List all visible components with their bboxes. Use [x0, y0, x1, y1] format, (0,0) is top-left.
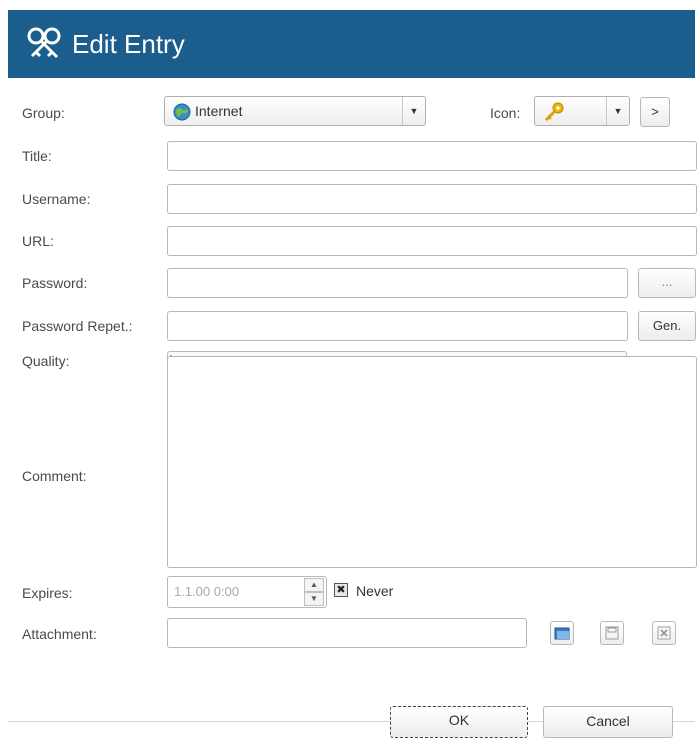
expires-input[interactable]: 1.1.00 0:00 ▲ ▼: [167, 576, 327, 608]
username-label: Username:: [22, 191, 91, 207]
url-label: URL:: [22, 233, 54, 249]
group-select[interactable]: Internet ▼: [164, 96, 426, 126]
username-input[interactable]: [167, 184, 697, 214]
group-select-value: Internet: [195, 103, 243, 119]
quality-label: Quality:: [22, 353, 70, 369]
open-attachment-button[interactable]: [550, 621, 574, 645]
chevron-down-icon[interactable]: ▼: [402, 97, 425, 125]
delete-icon: [657, 626, 671, 640]
save-attachment-button[interactable]: [600, 621, 624, 645]
group-label: Group:: [22, 105, 65, 121]
expires-value: 1.1.00 0:00: [174, 584, 240, 599]
password-repeat-label: Password Repet.:: [22, 318, 133, 334]
password-repeat-input[interactable]: [167, 311, 628, 341]
icon-label: Icon:: [490, 105, 521, 121]
password-label: Password:: [22, 275, 88, 291]
expires-label: Expires:: [22, 585, 73, 601]
folder-icon: [554, 627, 570, 640]
globe-icon: [173, 103, 191, 121]
cancel-button[interactable]: Cancel: [543, 706, 673, 738]
save-icon: [605, 626, 619, 640]
title-label: Title:: [22, 148, 52, 164]
delete-attachment-button[interactable]: [652, 621, 676, 645]
keys-icon: [27, 27, 61, 59]
never-checkbox[interactable]: ✖: [334, 583, 348, 597]
password-reveal-button[interactable]: ...: [638, 268, 696, 298]
icon-more-button[interactable]: >: [640, 97, 670, 127]
comment-label: Comment:: [22, 468, 87, 484]
spin-up-icon[interactable]: ▲: [304, 578, 324, 592]
key-icon: [544, 102, 564, 122]
attachment-label: Attachment:: [22, 626, 97, 642]
attachment-input[interactable]: [167, 618, 527, 648]
password-input[interactable]: [167, 268, 628, 298]
title-input[interactable]: [167, 141, 697, 171]
comment-textarea[interactable]: [167, 356, 697, 568]
generate-password-button[interactable]: Gen.: [638, 311, 696, 341]
chevron-down-icon[interactable]: ▼: [606, 97, 629, 125]
spin-down-icon[interactable]: ▼: [304, 592, 324, 606]
never-label: Never: [356, 583, 394, 599]
dialog-header: Edit Entry: [8, 10, 695, 78]
ok-button[interactable]: OK: [390, 706, 528, 738]
url-input[interactable]: [167, 226, 697, 256]
dialog-title: Edit Entry: [72, 29, 185, 59]
icon-select[interactable]: ▼: [534, 96, 630, 126]
